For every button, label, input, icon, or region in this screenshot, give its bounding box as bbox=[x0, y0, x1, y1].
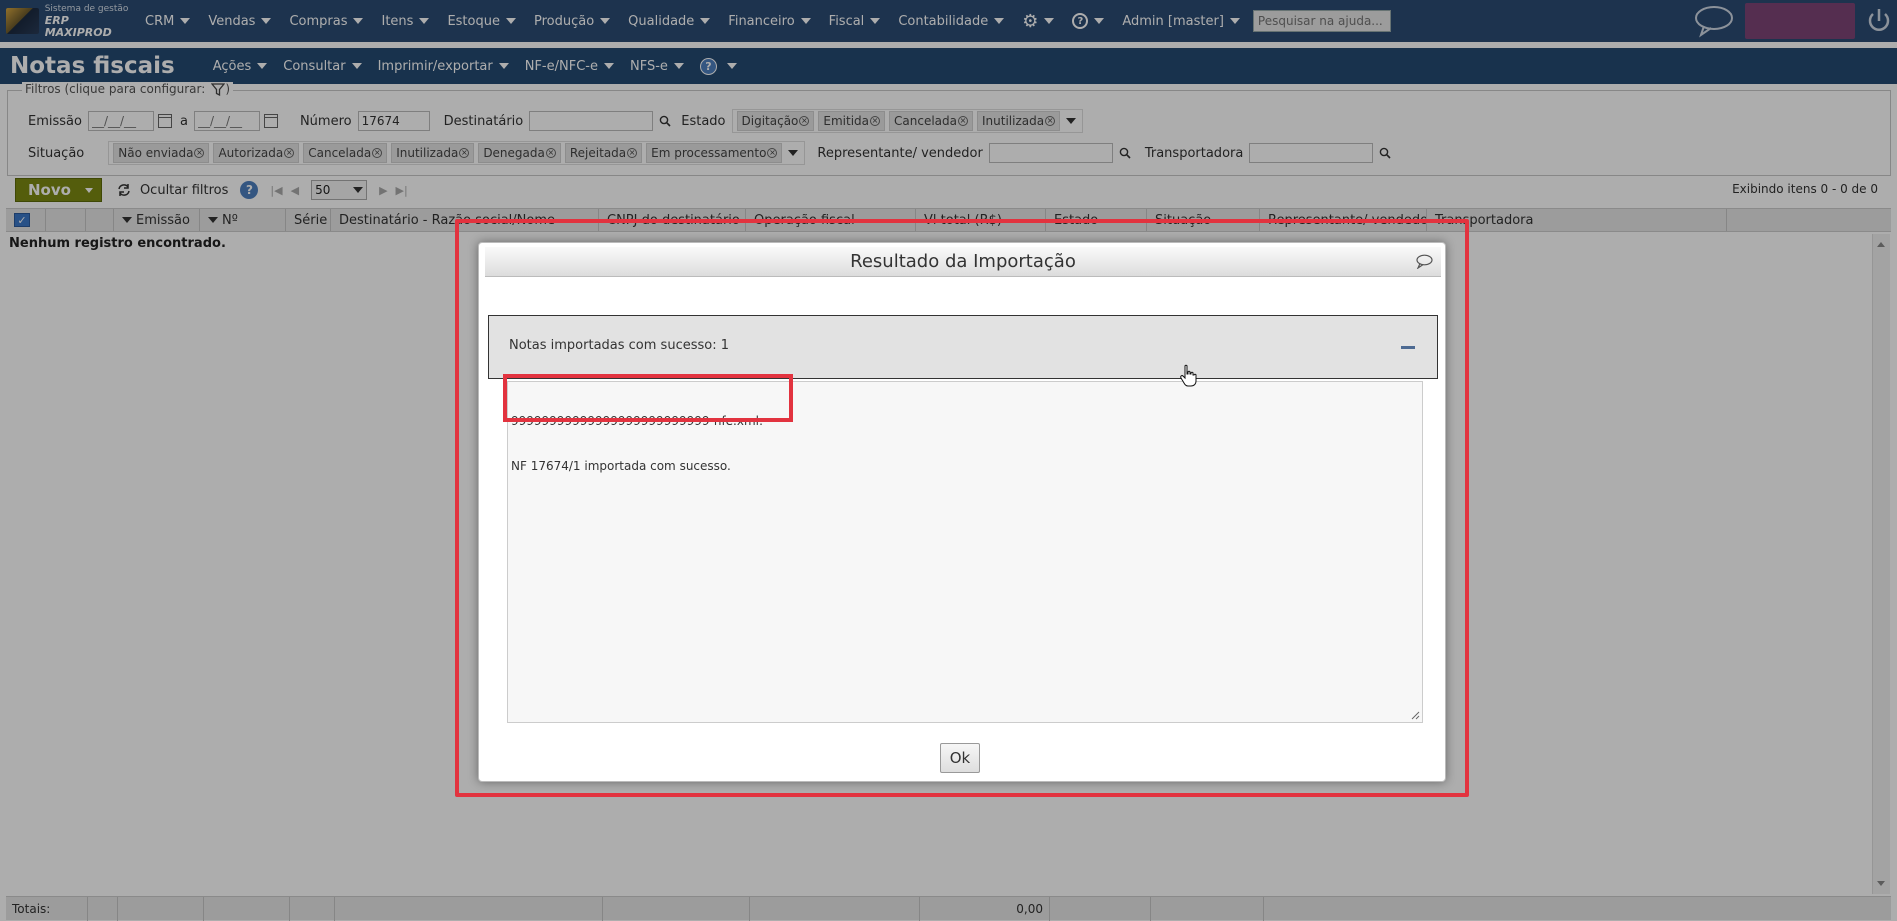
result-message: NF 17674/1 importada com sucesso. bbox=[511, 459, 731, 473]
dialog-title: Resultado da Importação bbox=[850, 251, 1076, 272]
comment-icon[interactable] bbox=[1415, 254, 1433, 269]
success-count-label: Notas importadas com sucesso: 1 bbox=[509, 338, 729, 353]
collapse-icon[interactable] bbox=[1401, 346, 1415, 349]
hand-cursor-icon bbox=[1180, 364, 1197, 387]
import-result-dialog: Resultado da Importação Notas importadas… bbox=[478, 242, 1446, 782]
ok-button[interactable]: Ok bbox=[940, 743, 980, 773]
import-result-textarea[interactable]: 99999999999999999999999999-nfe.xml: NF 1… bbox=[503, 374, 1423, 723]
success-accordion-header[interactable]: Notas importadas com sucesso: 1 bbox=[488, 315, 1438, 379]
annotation-highlight-text bbox=[503, 374, 793, 422]
resize-grip-icon[interactable] bbox=[1410, 710, 1420, 720]
dialog-header: Resultado da Importação bbox=[485, 247, 1441, 277]
